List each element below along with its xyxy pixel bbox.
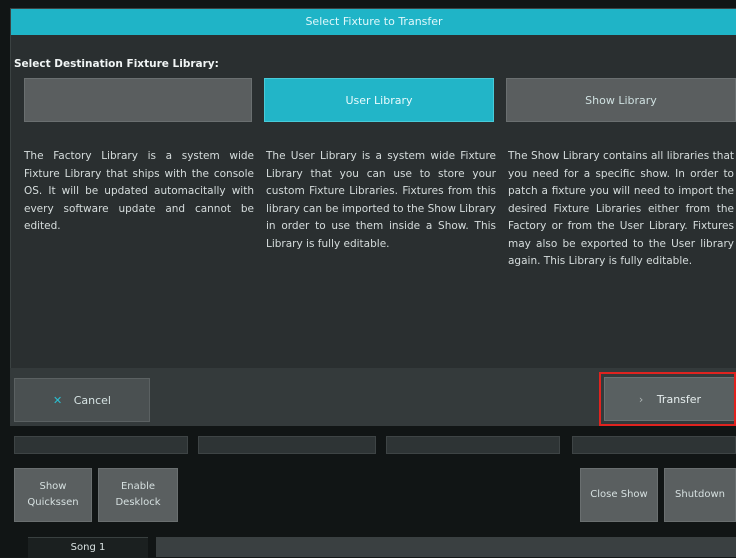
destination-library-label: Select Destination Fixture Library:: [14, 58, 219, 70]
song-tab[interactable]: Song 1: [28, 537, 148, 558]
cancel-label: Cancel: [73, 394, 111, 407]
status-strip-3: [386, 436, 560, 454]
show-library-description: The Show Library contains all libraries …: [508, 150, 734, 267]
status-strip-4: [572, 436, 736, 454]
status-strip-1: [14, 436, 188, 454]
status-strip-2: [198, 436, 376, 454]
shutdown-label: Shutdown: [675, 489, 725, 500]
user-library-description: The User Library is a system wide Fixtur…: [266, 150, 496, 250]
shutdown-button[interactable]: Shutdown: [664, 468, 736, 522]
song-bar: [156, 537, 736, 557]
dialog-title: Select Fixture to Transfer: [11, 9, 736, 35]
close-icon: ✕: [53, 394, 63, 407]
transfer-highlight-box: [599, 372, 736, 426]
enable-desklock-label: Enable Desklock: [115, 481, 161, 508]
enable-desklock-button[interactable]: Enable Desklock: [98, 468, 178, 522]
close-show-button[interactable]: Close Show: [580, 468, 658, 522]
close-show-label: Close Show: [590, 489, 648, 500]
factory-library-button[interactable]: [24, 78, 252, 122]
cancel-button[interactable]: ✕ Cancel: [14, 378, 150, 422]
user-library-button[interactable]: User Library: [264, 78, 494, 122]
show-quickssen-label: Show Quickssen: [27, 481, 79, 508]
factory-library-description: The Factory Library is a system wide Fix…: [24, 150, 254, 232]
show-library-button[interactable]: Show Library: [506, 78, 736, 122]
show-quickssen-button[interactable]: Show Quickssen: [14, 468, 92, 522]
